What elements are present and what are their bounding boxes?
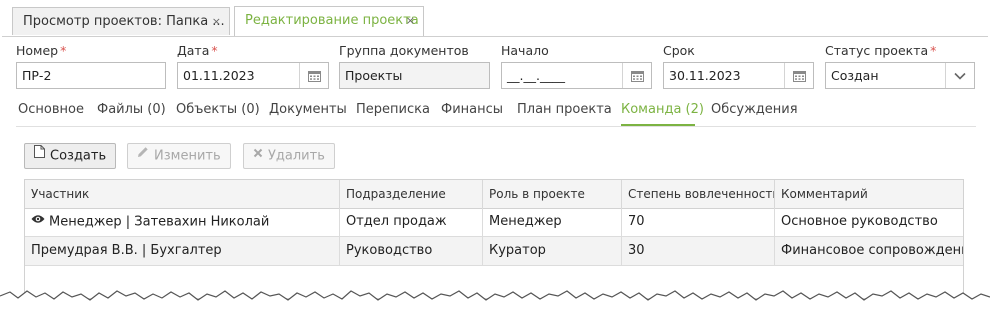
cell-comment: Финансовое сопровождение: [781, 243, 964, 258]
cell-member: Премудрая В.В. | Бухгалтер: [25, 237, 340, 265]
tab-main[interactable]: Основное: [18, 102, 84, 117]
cell-involvement: 30: [622, 237, 775, 265]
tab-discussions[interactable]: Обсуждения: [711, 102, 798, 117]
column-header-department[interactable]: Подразделение: [340, 180, 483, 208]
tab-documents[interactable]: Документы: [269, 102, 347, 117]
tab-edit-project[interactable]: Редактирование проекта ×: [234, 6, 424, 36]
tab-label: Просмотр проектов: Папка ...: [23, 14, 225, 29]
cell-role: Куратор: [483, 237, 622, 265]
create-button[interactable]: Создать: [24, 143, 116, 169]
calendar-icon[interactable]: [299, 63, 328, 88]
project-editor-page: Просмотр проектов: Папка ... × Редактиро…: [2, 2, 988, 312]
tab-finances[interactable]: Финансы: [441, 102, 503, 117]
column-header-involvement[interactable]: Степень вовлеченности: [622, 180, 775, 208]
due-date-input[interactable]: 30.11.2023: [663, 62, 814, 89]
cell-involvement: 70: [622, 208, 775, 236]
date-label: Дата *: [177, 43, 218, 58]
due-label: Срок: [663, 43, 695, 58]
document-tabs-bar: Просмотр проектов: Папка ... × Редактиро…: [2, 2, 988, 37]
delete-button[interactable]: Удалить: [243, 143, 335, 169]
cell-comment: Основное руководство: [781, 214, 938, 229]
new-document-icon: [34, 143, 45, 167]
active-tab-indicator: [621, 124, 695, 126]
edit-button[interactable]: Изменить: [127, 143, 231, 169]
doc-group-input: Проекты: [339, 62, 490, 89]
date-input[interactable]: 01.11.2023: [177, 62, 329, 89]
chevron-down-icon[interactable]: [945, 63, 974, 88]
pencil-icon: [137, 143, 149, 167]
status-select[interactable]: Создан: [825, 62, 975, 89]
calendar-icon[interactable]: [622, 63, 651, 88]
cell-member: Менеджер | Затевахин Николай: [25, 208, 340, 236]
tab-project-plan[interactable]: План проекта: [517, 102, 612, 117]
eye-icon[interactable]: [31, 208, 45, 235]
doc-group-label: Группа документов: [339, 43, 469, 58]
table-header: Участник Подразделение Роль в проекте Ст…: [25, 180, 963, 209]
column-header-role[interactable]: Роль в проекте: [483, 180, 622, 208]
cell-role: Менеджер: [483, 208, 622, 236]
torn-edge-decoration: [0, 290, 990, 314]
table-row[interactable]: Менеджер | Затевахин Николай Отдел прода…: [25, 208, 963, 237]
number-label: Номер *: [16, 43, 67, 58]
table-row[interactable]: Премудрая В.В. | Бухгалтер Руководство К…: [25, 237, 964, 266]
tab-projects-view[interactable]: Просмотр проектов: Папка ... ×: [12, 7, 230, 35]
status-label: Статус проекта *: [825, 43, 937, 58]
cell-department: Руководство: [340, 237, 483, 265]
close-icon: [253, 143, 263, 167]
tab-files[interactable]: Файлы (0): [97, 102, 166, 117]
column-header-comment[interactable]: Комментарий: [775, 180, 963, 208]
start-date-input[interactable]: __.__.____: [501, 62, 652, 89]
close-tab-icon[interactable]: ×: [212, 8, 221, 36]
number-input[interactable]: ПР-2: [16, 62, 166, 89]
tab-team[interactable]: Команда (2): [621, 102, 704, 117]
column-header-member[interactable]: Участник: [25, 180, 340, 208]
cell-department: Отдел продаж: [340, 208, 483, 236]
tab-correspondence[interactable]: Переписка: [356, 102, 430, 117]
tab-label: Редактирование проекта: [245, 13, 419, 28]
section-tabs: Основное Файлы (0) Объекты (0) Документы…: [16, 98, 976, 127]
close-tab-icon[interactable]: ×: [406, 7, 415, 35]
tab-objects[interactable]: Объекты (0): [176, 102, 260, 117]
team-table: Участник Подразделение Роль в проекте Ст…: [24, 179, 964, 299]
start-label: Начало: [501, 43, 549, 58]
calendar-icon[interactable]: [784, 63, 813, 88]
